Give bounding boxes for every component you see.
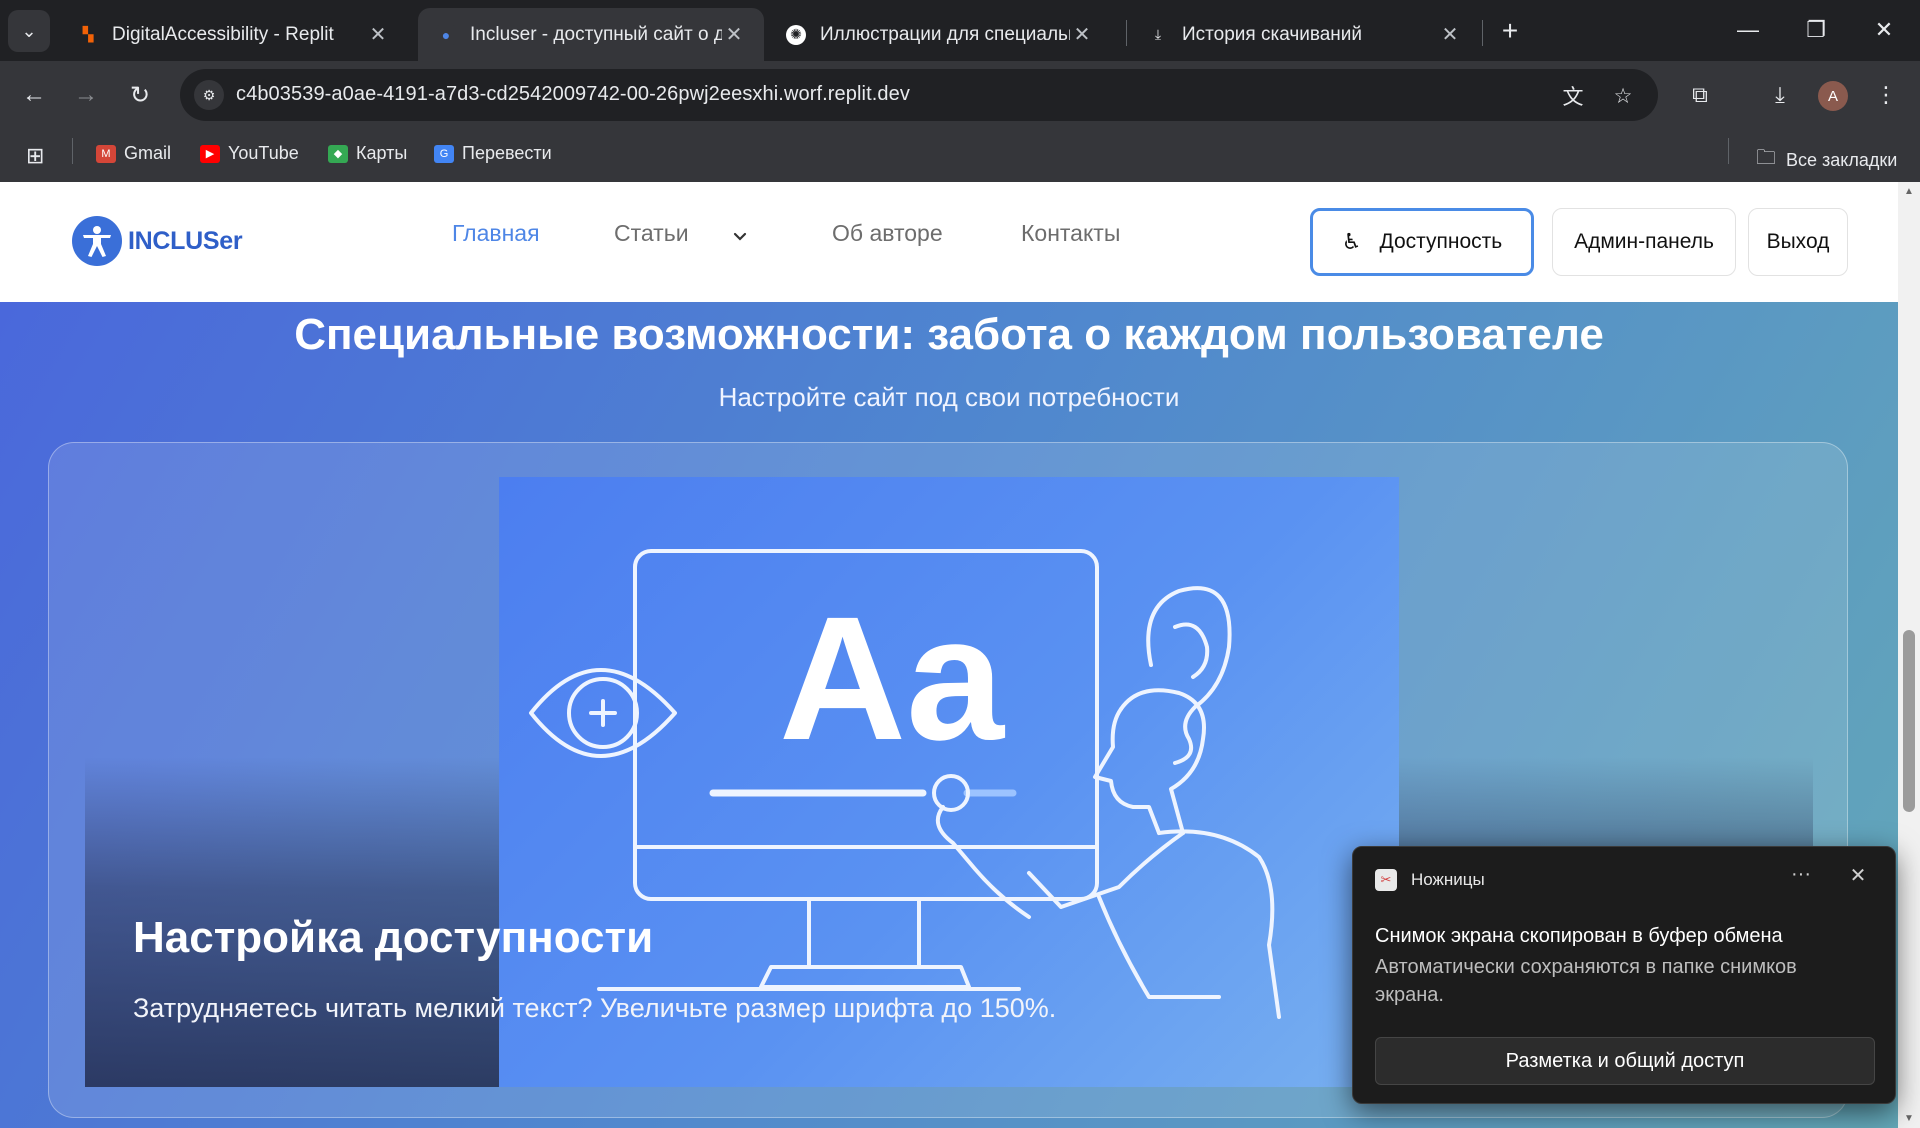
back-button[interactable]: ← <box>14 75 54 115</box>
logout-label: Выход <box>1766 230 1830 253</box>
notification-title: Снимок экрана скопирован в буфер обмена <box>1375 925 1783 947</box>
restore-button[interactable]: ❐ <box>1788 10 1844 50</box>
chevron-down-icon[interactable] <box>730 226 750 246</box>
slide-heading: Настройка доступности <box>133 913 654 962</box>
nav-contacts[interactable]: Контакты <box>1021 220 1120 247</box>
accessibility-person-icon <box>72 216 122 266</box>
scrollbar-thumb[interactable] <box>1903 630 1915 812</box>
more-options-icon[interactable]: ··· <box>1783 863 1819 893</box>
tab-divider <box>1126 20 1127 46</box>
extensions-icon[interactable]: ⧉ <box>1680 75 1720 115</box>
bookmark-divider <box>72 138 73 164</box>
chatgpt-icon: ✺ <box>786 24 806 45</box>
illustration-aa-text: Aa <box>779 581 1005 777</box>
notification-body: Автоматически сохраняются в папке снимко… <box>1375 956 1797 1006</box>
profile-avatar[interactable]: A <box>1818 81 1848 111</box>
browser-toolbar: ← → ↻ ⚙ c4b03539-a0ae-4191-a7d3-cd254200… <box>0 61 1920 129</box>
close-icon[interactable]: ✕ <box>366 22 390 47</box>
accessibility-label: Доступность <box>1379 230 1503 253</box>
menu-kebab-icon[interactable]: ⋮ <box>1866 75 1906 115</box>
logo-text: INCLUSer <box>128 226 243 255</box>
tab-title: Иллюстрации для специальны <box>820 23 1070 45</box>
site-info-icon[interactable]: ⚙ <box>194 80 224 110</box>
page-scrollbar[interactable]: ▲ ▼ <box>1898 182 1920 1128</box>
translate-icon: G <box>434 144 454 163</box>
close-window-button[interactable]: ✕ <box>1856 10 1912 50</box>
new-tab-button[interactable]: + <box>1493 14 1527 48</box>
bookmark-label: Перевести <box>462 143 552 163</box>
all-bookmarks-label: Все закладки <box>1786 149 1898 170</box>
folder-icon: 🗀 <box>1756 147 1776 169</box>
bookmark-label: Gmail <box>124 143 172 163</box>
tab-downloads[interactable]: ⤓ История скачиваний ✕ <box>1130 8 1480 61</box>
bookmark-maps[interactable]: ◆ Карты <box>328 143 407 164</box>
tab-replit[interactable]: ▚ DigitalAccessibility - Replit ✕ <box>60 8 408 61</box>
nav-about[interactable]: Об авторе <box>832 220 943 247</box>
reload-icon: ↻ <box>129 81 151 109</box>
gmail-icon: M <box>96 144 116 163</box>
all-bookmarks-button[interactable]: 🗀 Все закладки <box>1756 143 1897 177</box>
slide-text: Затрудняетесь читать мелкий текст? Увели… <box>133 993 1057 1023</box>
tab-title: DigitalAccessibility - Replit <box>112 23 334 45</box>
nav-articles[interactable]: Статьи <box>614 220 689 247</box>
plus-icon: + <box>1501 15 1519 46</box>
reload-button[interactable]: ↻ <box>120 75 160 115</box>
close-icon[interactable]: ✕ <box>722 22 746 47</box>
tab-incluser[interactable]: ● Incluser - доступный сайт о до ✕ <box>418 8 764 61</box>
download-icon: ⤓ <box>1154 26 1162 42</box>
admin-panel-button[interactable]: Админ-панель <box>1552 208 1736 276</box>
bookmark-divider <box>1728 138 1729 164</box>
bookmark-translate[interactable]: G Перевести <box>434 143 552 164</box>
accessibility-button[interactable]: ♿ Доступность <box>1310 208 1534 276</box>
bookmark-youtube[interactable]: ▶ YouTube <box>200 143 299 164</box>
snipping-tool-notification: ✂ Ножницы ··· ✕ Снимок экрана скопирован… <box>1352 846 1896 1104</box>
url-text[interactable]: c4b03539-a0ae-4191-a7d3-cd2542009742-00-… <box>236 83 910 106</box>
arrow-right-icon: → <box>74 81 98 108</box>
wheelchair-icon: ♿ <box>1341 229 1362 254</box>
logout-button[interactable]: Выход <box>1748 208 1848 276</box>
hero-title: Специальные возможности: забота о каждом… <box>294 310 1604 359</box>
tab-title: Incluser - доступный сайт о до <box>470 23 722 45</box>
star-icon[interactable]: ☆ <box>1608 81 1638 111</box>
bookmark-gmail[interactable]: M Gmail <box>96 143 171 164</box>
site-favicon-icon: ● <box>436 24 456 45</box>
scroll-down-arrow-icon[interactable]: ▼ <box>1898 1113 1920 1124</box>
minimize-button[interactable]: — <box>1720 10 1776 50</box>
scissors-icon: ✂ <box>1375 869 1397 891</box>
close-icon[interactable]: ✕ <box>1438 22 1462 47</box>
close-icon[interactable]: ✕ <box>1843 863 1873 893</box>
tab-illustrations[interactable]: ✺ Иллюстрации для специальны ✕ <box>768 8 1112 61</box>
site-header: INCLUSer Главная Статьи Об авторе Контак… <box>0 182 1898 302</box>
close-icon: ✕ <box>1874 17 1894 42</box>
apps-grid-icon[interactable]: ⊞ <box>26 143 44 169</box>
tab-divider <box>1482 20 1483 46</box>
address-bar[interactable]: ⚙ c4b03539-a0ae-4191-a7d3-cd2542009742-0… <box>180 69 1658 121</box>
maps-icon: ◆ <box>328 144 348 163</box>
bookmarks-bar: ⊞ M Gmail ▶ YouTube ◆ Карты G Перевести … <box>0 129 1920 182</box>
forward-button[interactable]: → <box>66 75 106 115</box>
replit-icon: ▚ <box>78 24 98 45</box>
markup-share-button[interactable]: Разметка и общий доступ <box>1375 1037 1875 1085</box>
chevron-down-icon: ⌄ <box>21 20 37 41</box>
bookmark-label: YouTube <box>228 143 299 163</box>
minimize-icon: — <box>1737 17 1759 42</box>
nav-home[interactable]: Главная <box>452 220 540 247</box>
admin-panel-label: Админ-панель <box>1574 230 1714 253</box>
translate-icon[interactable]: 文 <box>1558 81 1588 111</box>
restore-icon: ❐ <box>1806 17 1826 42</box>
arrow-left-icon: ← <box>22 81 46 108</box>
notification-app-name: Ножницы <box>1411 870 1485 889</box>
bookmark-label: Карты <box>356 143 408 163</box>
site-logo[interactable]: INCLUSer <box>72 216 243 266</box>
tab-search-button[interactable]: ⌄ <box>8 10 50 52</box>
hero-subtitle: Настройте сайт под свои потребности <box>718 382 1180 412</box>
tab-strip: ⌄ ▚ DigitalAccessibility - Replit ✕ ● In… <box>0 0 1920 61</box>
close-icon[interactable]: ✕ <box>1070 22 1094 47</box>
download-icon[interactable]: ⤓ <box>1760 75 1800 115</box>
tab-title: История скачиваний <box>1182 23 1363 45</box>
youtube-icon: ▶ <box>200 144 220 163</box>
scroll-up-arrow-icon[interactable]: ▲ <box>1898 186 1920 197</box>
